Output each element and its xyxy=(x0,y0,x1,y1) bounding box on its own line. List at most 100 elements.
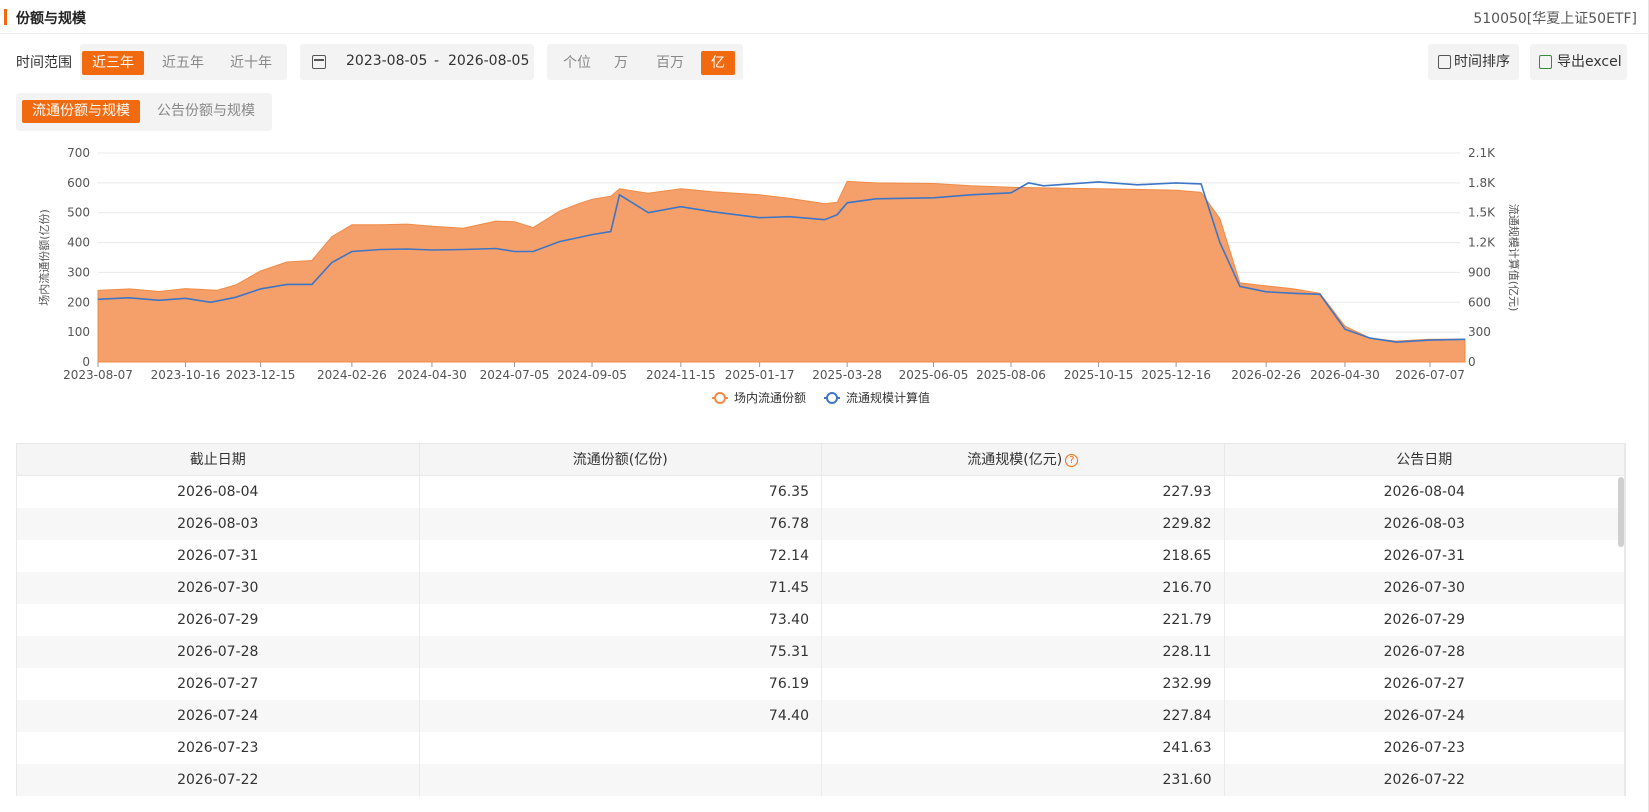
tab-announced[interactable]: 公告份额与规模 xyxy=(146,100,266,123)
cell-shares: 74.40 xyxy=(420,700,822,732)
x-tick-label: 2024-07-05 xyxy=(480,368,550,382)
x-tick-label: 2024-09-05 xyxy=(557,368,627,382)
y-tick-right-label: 900 xyxy=(1468,265,1491,279)
cell-shares xyxy=(420,732,822,764)
table-row: 2026-07-22 231.60 2026-07-22 xyxy=(17,764,1625,796)
y-axis-right-title: 流通规模计算值(亿元) xyxy=(1507,204,1521,312)
x-tick-label: 2024-02-26 xyxy=(317,368,387,382)
cell-end-date: 2026-08-04 xyxy=(17,476,420,508)
cell-scale: 216.70 xyxy=(822,572,1225,604)
cell-scale: 221.79 xyxy=(822,604,1225,636)
cell-shares: 76.35 xyxy=(420,476,822,508)
legend-label-shares: 场内流通份额 xyxy=(734,391,806,405)
sort-icon xyxy=(1438,55,1451,69)
cell-end-date: 2026-07-22 xyxy=(17,764,420,796)
calendar-icon xyxy=(312,55,326,69)
cell-announce-date: 2026-07-31 xyxy=(1225,540,1625,572)
time-option-10y[interactable]: 近十年 xyxy=(220,51,282,75)
title-accent xyxy=(4,9,7,25)
cell-announce-date: 2026-07-22 xyxy=(1225,764,1625,796)
col-header-scale-label: 流通规模(亿元) xyxy=(967,452,1063,468)
app-frame: 份额与规模 510050[华夏上证50ETF] 时间范围 近三年 近五年 近十年… xyxy=(0,0,1649,812)
page-title: 份额与规模 xyxy=(16,11,86,27)
export-excel-button[interactable]: 导出excel xyxy=(1530,44,1627,80)
y-tick-right-label: 300 xyxy=(1468,325,1491,339)
cell-scale: 231.60 xyxy=(822,764,1225,796)
table-header: 截止日期 流通份额(亿份) 流通规模(亿元)? 公告日期 xyxy=(17,444,1625,476)
date-separator: - xyxy=(434,53,440,69)
cell-announce-date: 2026-07-28 xyxy=(1225,636,1625,668)
cell-shares: 73.40 xyxy=(420,604,822,636)
cell-end-date: 2026-07-29 xyxy=(17,604,420,636)
y-tick-right-label: 2.1K xyxy=(1468,146,1496,160)
cell-end-date: 2026-07-23 xyxy=(17,732,420,764)
y-tick-right-label: 1.8K xyxy=(1468,176,1496,190)
cell-announce-date: 2026-07-27 xyxy=(1225,668,1625,700)
cell-shares: 72.14 xyxy=(420,540,822,572)
time-option-5y[interactable]: 近五年 xyxy=(152,51,214,75)
time-sort-label: 时间排序 xyxy=(1454,54,1510,70)
data-tabs: 流通份额与规模 公告份额与规模 xyxy=(16,93,272,131)
cell-scale: 228.11 xyxy=(822,636,1225,668)
cell-announce-date: 2026-07-30 xyxy=(1225,572,1625,604)
date-to[interactable]: 2026-08-05 xyxy=(448,53,529,69)
time-option-3y[interactable]: 近三年 xyxy=(82,51,144,75)
x-tick-label: 2023-08-07 xyxy=(63,368,133,382)
table-row: 2026-08-03 76.78 229.82 2026-08-03 xyxy=(17,508,1625,540)
unit-option-ones[interactable]: 个位 xyxy=(555,51,599,75)
table-row: 2026-07-29 73.40 221.79 2026-07-29 xyxy=(17,604,1625,636)
cell-shares: 76.19 xyxy=(420,668,822,700)
unit-option-wan[interactable]: 万 xyxy=(603,51,639,75)
y-tick-right-label: 1.5K xyxy=(1468,206,1496,220)
x-tick-label: 2025-10-15 xyxy=(1064,368,1134,382)
title-bar: 份额与规模 510050[华夏上证50ETF] xyxy=(0,0,1649,34)
cell-end-date: 2026-07-31 xyxy=(17,540,420,572)
cell-scale: 229.82 xyxy=(822,508,1225,540)
col-header-scale[interactable]: 流通规模(亿元)? xyxy=(822,444,1225,476)
cell-end-date: 2026-07-28 xyxy=(17,636,420,668)
x-tick-label: 2025-01-17 xyxy=(725,368,795,382)
y-axis-left-title: 场内流通份额(亿份) xyxy=(37,209,51,306)
x-tick-label: 2026-04-30 xyxy=(1310,368,1380,382)
y-tick-right-label: 1.2K xyxy=(1468,236,1496,250)
table-scrollbar[interactable] xyxy=(1618,477,1624,547)
legend-label-scale: 流通规模计算值 xyxy=(846,390,930,405)
help-icon[interactable]: ? xyxy=(1065,453,1079,467)
y-tick-left-label: 500 xyxy=(67,206,90,220)
table-row: 2026-07-24 74.40 227.84 2026-07-24 xyxy=(17,700,1625,732)
unit-option-yi[interactable]: 亿 xyxy=(701,51,735,75)
cell-end-date: 2026-08-03 xyxy=(17,508,420,540)
cell-scale: 227.84 xyxy=(822,700,1225,732)
time-sort-button[interactable]: 时间排序 xyxy=(1428,44,1519,80)
y-tick-left-label: 700 xyxy=(67,146,90,160)
y-tick-left-label: 600 xyxy=(67,176,90,190)
unit-group: 个位 万 百万 亿 xyxy=(547,44,743,80)
cell-shares: 76.78 xyxy=(420,508,822,540)
y-tick-right-label: 0 xyxy=(1468,355,1476,369)
data-table: 截止日期 流通份额(亿份) 流通规模(亿元)? 公告日期 2026-08-04 7… xyxy=(16,443,1626,796)
unit-option-million[interactable]: 百万 xyxy=(645,51,695,75)
x-tick-label: 2023-12-15 xyxy=(226,368,296,382)
table-row: 2026-07-27 76.19 232.99 2026-07-27 xyxy=(17,668,1625,700)
excel-icon xyxy=(1539,55,1552,69)
date-from[interactable]: 2023-08-05 xyxy=(346,53,427,69)
date-range-picker[interactable]: 2023-08-05 - 2026-08-05 xyxy=(300,44,534,80)
cell-end-date: 2026-07-30 xyxy=(17,572,420,604)
cell-shares: 75.31 xyxy=(420,636,822,668)
cell-scale: 241.63 xyxy=(822,732,1225,764)
table-row: 2026-07-31 72.14 218.65 2026-07-31 xyxy=(17,540,1625,572)
y-tick-left-label: 300 xyxy=(67,265,90,279)
share-scale-chart: 700 2.1K 600 1.8K 500 1.5K 400 1.2K 300 900 200 600… xyxy=(37,146,1521,405)
col-header-end-date[interactable]: 截止日期 xyxy=(17,444,420,476)
col-header-announce-date[interactable]: 公告日期 xyxy=(1225,444,1625,476)
tab-circulating[interactable]: 流通份额与规模 xyxy=(22,100,140,123)
table-body: 2026-08-04 76.35 227.93 2026-08-04 2026-08-0… xyxy=(17,476,1625,796)
time-range-group: 近三年 近五年 近十年 xyxy=(80,44,287,80)
cell-scale: 218.65 xyxy=(822,540,1225,572)
table-row: 2026-07-23 241.63 2026-07-23 xyxy=(17,732,1625,764)
y-tick-left-label: 400 xyxy=(67,236,90,250)
cell-end-date: 2026-07-24 xyxy=(17,700,420,732)
y-tick-left-label: 100 xyxy=(67,325,90,339)
y-tick-left-label: 200 xyxy=(67,295,90,309)
col-header-shares[interactable]: 流通份额(亿份) xyxy=(420,444,822,476)
